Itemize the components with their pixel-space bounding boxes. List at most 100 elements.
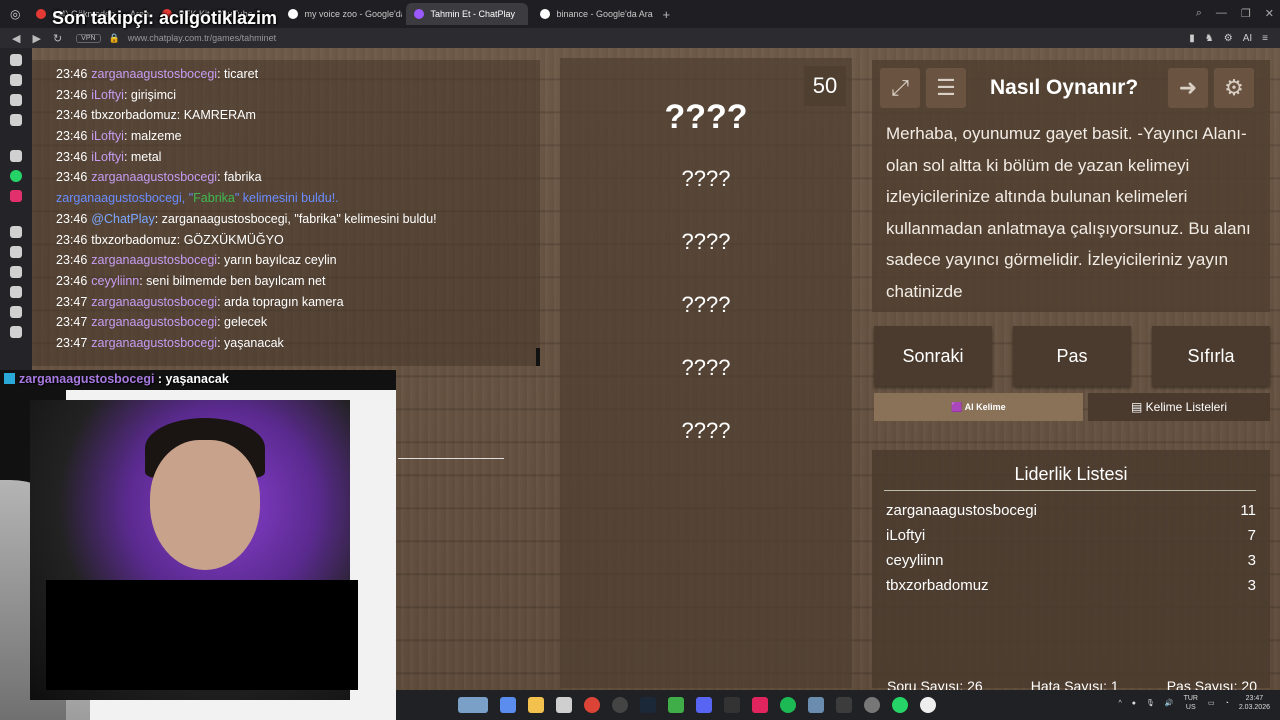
taskbar-app-icon[interactable]	[752, 697, 768, 713]
tab-favicon-icon	[36, 9, 47, 19]
logout-icon[interactable]: ➜	[1168, 68, 1208, 108]
chat-username[interactable]: tbxzorbadomuz	[91, 108, 176, 122]
new-tab-button[interactable]: +	[662, 7, 670, 22]
tray-app-icon[interactable]: ●	[1132, 700, 1136, 707]
chat-username[interactable]: zarganaagustosbocegi	[91, 315, 217, 329]
chat-username[interactable]: zarganaagustosbocegi	[91, 67, 217, 81]
sidebar-chatgpt-icon[interactable]	[10, 150, 22, 162]
sidebar-tool-icon[interactable]	[10, 226, 22, 238]
chat-username[interactable]: iLoftyi	[91, 129, 124, 143]
search-tabs-icon[interactable]: ⌕	[1196, 7, 1202, 20]
chat-message: 23:46 ceyyliinn: seni bilmemde ben bayılc…	[56, 271, 516, 292]
keyboard-layout[interactable]: TUR US	[1184, 694, 1198, 712]
sidebar-star-icon[interactable]	[10, 114, 22, 126]
tray-chevron-icon[interactable]: ^	[1118, 700, 1121, 707]
chat-username[interactable]: zarganaagustosbocegi	[91, 253, 217, 267]
maximize-icon[interactable]: ❐	[1241, 7, 1251, 20]
taskbar-store-icon[interactable]	[556, 697, 572, 713]
chat-username[interactable]: ceyyliinn	[91, 274, 139, 288]
chat-message: 23:46 zarganaagustosbocegi: fabrika	[56, 167, 516, 188]
sidebar-extension-icon[interactable]	[10, 94, 22, 106]
lock-icon: 🔒	[108, 32, 120, 43]
tab-ai-word[interactable]: 🟪 AI Kelime	[874, 393, 1083, 421]
taskbar-steam-icon[interactable]	[640, 697, 656, 713]
tab-word-lists[interactable]: ▤ Kelime Listeleri	[1088, 393, 1270, 421]
taskbar-obs-icon[interactable]	[920, 697, 936, 713]
tab-favicon-icon	[414, 9, 425, 19]
close-icon[interactable]: ✕	[1265, 7, 1274, 20]
taskbar-folder-icon[interactable]	[528, 697, 544, 713]
browser-tab[interactable]: Tahmin Et - ChatPlay	[406, 3, 529, 25]
extension-icon[interactable]: ▮	[1189, 33, 1195, 44]
taskbar-chrome-icon[interactable]	[584, 697, 600, 713]
sidebar-whatsapp-icon[interactable]	[10, 170, 22, 182]
chat-username[interactable]: zarganaagustosbocegi	[91, 170, 217, 184]
chat-time: 23:46	[56, 129, 88, 144]
sidebar-home-icon[interactable]	[10, 54, 22, 66]
fullscreen-icon[interactable]: ⤢	[880, 68, 920, 108]
next-button[interactable]: Sonraki	[874, 326, 992, 386]
sidebar-history-icon[interactable]	[10, 286, 22, 298]
chat-username[interactable]: zarganaagustosbocegi	[91, 295, 217, 309]
chat-time: 23:46	[56, 273, 88, 288]
taskbar-whatsapp-icon[interactable]	[892, 697, 908, 713]
taskbar-app-icon[interactable]	[808, 697, 824, 713]
tray-volume-icon[interactable]: 🔊	[1165, 699, 1174, 707]
sidebar-settings-icon[interactable]	[10, 326, 22, 338]
taskbar-copilot-icon[interactable]	[500, 697, 516, 713]
chat-username[interactable]: @ChatPlay	[91, 212, 154, 226]
tray-mic-icon[interactable]: 🎙	[1146, 699, 1155, 707]
minimize-icon[interactable]: —	[1216, 7, 1227, 20]
forward-icon[interactable]: ▶	[32, 32, 40, 45]
chat-panel: 23:46 zarganaagustosbocegi: ticaret 23:46 i…	[32, 60, 540, 366]
taskbar-app-icon[interactable]	[836, 697, 852, 713]
sidebar-tool-icon[interactable]	[10, 246, 22, 258]
pass-button[interactable]: Pas	[1013, 326, 1131, 386]
browser-tab[interactable]: binance - Google'da Ara	[532, 3, 654, 25]
ai-button[interactable]: AI	[1243, 33, 1252, 44]
player-score: 3	[1247, 552, 1256, 569]
system-text: zarganaagustosbocegi, "	[56, 191, 194, 206]
taskbar-widget-icon[interactable]	[458, 697, 488, 713]
tab-label: Tahmin Et - ChatPlay	[430, 9, 516, 19]
sidebar-instagram-icon[interactable]	[10, 190, 22, 202]
settings-gear-icon[interactable]: ⚙	[1214, 68, 1254, 108]
chat-username[interactable]: zarganaagustosbocegi	[91, 336, 217, 350]
reset-button[interactable]: Sıfırla	[1152, 326, 1270, 386]
taskbar-app-icon[interactable]	[724, 697, 740, 713]
taskbar-app-icon[interactable]	[864, 697, 880, 713]
url-field[interactable]: www.chatplay.com.tr/games/tahminet	[128, 33, 276, 43]
taskbar-discord-icon[interactable]	[696, 697, 712, 713]
taskbar-game-icon[interactable]	[668, 697, 684, 713]
chat-username[interactable]: iLoftyi	[91, 150, 124, 164]
reload-icon[interactable]: ↻	[53, 32, 62, 45]
list-icon: ▤	[1130, 400, 1146, 414]
taskbar-browser-icon[interactable]	[612, 697, 628, 713]
notes-icon[interactable]: ☰	[926, 68, 966, 108]
menu-icon[interactable]: ≡	[1262, 33, 1268, 44]
chat-username[interactable]: tbxzorbadomuz	[91, 233, 176, 247]
sidebar-tool-icon[interactable]	[10, 266, 22, 278]
sidebar-pin-icon[interactable]	[10, 74, 22, 86]
window-controls: ⌕ — ❐ ✕	[1196, 7, 1274, 20]
tray-wifi-icon[interactable]: ◔	[1225, 700, 1229, 707]
chat-message: 23:46 tbxzorbadomuz: KAMRERAm	[56, 105, 516, 126]
extension-icon[interactable]: ♞	[1205, 33, 1214, 44]
chat-scrollbar[interactable]	[536, 348, 540, 366]
chat-overlay-icon	[4, 373, 15, 384]
clock[interactable]: 23:47 2.03.2026	[1239, 694, 1270, 712]
chat-text: : fabrika	[217, 170, 262, 185]
vpn-badge[interactable]: VPN	[76, 33, 101, 43]
back-icon[interactable]: ◀	[12, 32, 20, 45]
leaderboard-row: iLoftyi 7	[886, 527, 1256, 544]
chat-time: 23:46	[56, 67, 88, 81]
player-name: iLoftyi	[886, 527, 926, 544]
extension-icon[interactable]: ⚙	[1224, 33, 1233, 44]
browser-tab[interactable]: my voice zoo - Google'da A	[280, 3, 402, 25]
chat-text: : ticaret	[217, 67, 259, 81]
chat-username[interactable]: iLoftyi	[91, 88, 124, 102]
player-name: tbxzorbadomuz	[886, 577, 989, 594]
taskbar-spotify-icon[interactable]	[780, 697, 796, 713]
tray-network-icon[interactable]: ▭	[1208, 699, 1215, 707]
sidebar-tool-icon[interactable]	[10, 306, 22, 318]
